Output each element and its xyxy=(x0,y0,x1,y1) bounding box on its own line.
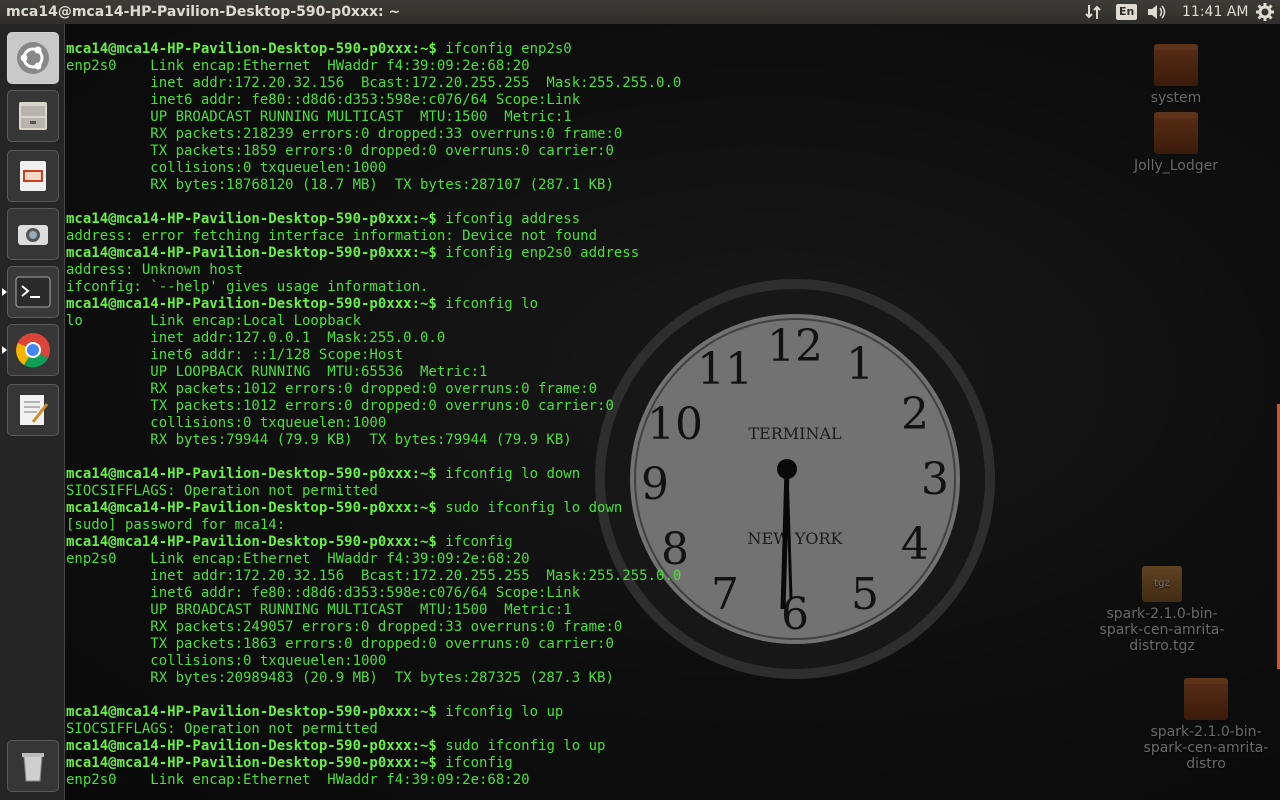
trash-icon xyxy=(22,753,44,782)
presentation-icon xyxy=(20,161,46,191)
shell-prompt: mca14@mca14-HP-Pavilion-Desktop-590-p0xx… xyxy=(66,755,437,771)
chrome-icon xyxy=(16,333,50,368)
terminal-output-line: address: Unknown host xyxy=(66,262,244,278)
terminal-output-line: collisions:0 txqueuelen:1000 xyxy=(66,415,387,431)
terminal-icon xyxy=(15,276,51,308)
terminal-output-line: TX packets:1863 errors:0 dropped:0 overr… xyxy=(66,636,614,652)
terminal-output-line: RX packets:1012 errors:0 dropped:0 overr… xyxy=(66,381,598,397)
launcher-item-impress[interactable] xyxy=(7,150,59,202)
volume-indicator[interactable] xyxy=(1146,0,1168,24)
terminal-output-line xyxy=(66,687,681,704)
terminal-command-line: mca14@mca14-HP-Pavilion-Desktop-590-p0xx… xyxy=(66,534,681,551)
terminal-output-line: RX bytes:79944 (79.9 KB) TX bytes:79944 … xyxy=(66,432,572,448)
terminal-output-line: TX packets:1859 errors:0 dropped:0 overr… xyxy=(66,143,614,159)
terminal-command-line: mca14@mca14-HP-Pavilion-Desktop-590-p0xx… xyxy=(66,704,681,721)
shell-prompt: mca14@mca14-HP-Pavilion-Desktop-590-p0xx… xyxy=(66,500,437,516)
terminal-output-line: enp2s0 Link encap:Ethernet HWaddr f4:39:… xyxy=(66,772,530,788)
terminal-command-line: mca14@mca14-HP-Pavilion-Desktop-590-p0xx… xyxy=(66,211,681,228)
terminal-output-line: collisions:0 txqueuelen:1000 xyxy=(66,653,387,669)
shell-prompt: mca14@mca14-HP-Pavilion-Desktop-590-p0xx… xyxy=(66,41,437,57)
keyboard-layout-badge: En xyxy=(1116,4,1138,20)
window-title: mca14@mca14-HP-Pavilion-Desktop-590-p0xx… xyxy=(6,4,401,20)
session-indicator[interactable] xyxy=(1256,0,1274,24)
terminal-output-line: UP BROADCAST RUNNING MULTICAST MTU:1500 … xyxy=(66,109,572,125)
shell-prompt: mca14@mca14-HP-Pavilion-Desktop-590-p0xx… xyxy=(66,704,437,720)
terminal-output-line: inet addr:172.20.32.156 Bcast:172.20.255… xyxy=(66,568,682,584)
terminal-output-line: [sudo] password for mca14: xyxy=(66,517,286,533)
launcher-item-screenshot[interactable] xyxy=(7,208,59,260)
terminal-output-line: lo Link encap:Local Loopback xyxy=(66,313,362,329)
terminal-output-line: TX packets:1012 errors:0 dropped:0 overr… xyxy=(66,398,614,414)
camera-icon xyxy=(18,225,48,245)
volume-icon xyxy=(1148,5,1166,19)
shell-command: ifconfig lo up xyxy=(436,704,564,720)
terminal-output-line: inet addr:127.0.0.1 Mask:255.0.0.0 xyxy=(66,330,446,346)
launcher-item-terminal[interactable] xyxy=(2,266,59,318)
shell-prompt: mca14@mca14-HP-Pavilion-Desktop-590-p0xx… xyxy=(66,738,437,754)
terminal-output-line: SIOCSIFFLAGS: Operation not permitted xyxy=(66,483,378,499)
terminal-output-line: ifconfig: `--help' gives usage informati… xyxy=(66,279,429,295)
shell-command: sudo ifconfig lo up xyxy=(436,738,606,754)
clock-time: 11:41 AM xyxy=(1182,4,1249,20)
terminal-output-line: enp2s0 Link encap:Ethernet HWaddr f4:39:… xyxy=(66,58,530,74)
unity-launcher xyxy=(0,24,65,800)
keyboard-indicator[interactable]: En xyxy=(1116,0,1138,24)
terminal-output-line: UP LOOPBACK RUNNING MTU:65536 Metric:1 xyxy=(66,364,488,380)
file-cabinet-icon xyxy=(19,102,47,130)
terminal-output-line: inet6 addr: fe80::d8d6:d353:598e:c076/64… xyxy=(66,585,581,601)
terminal-output-line: inet6 addr: ::1/128 Scope:Host xyxy=(66,347,404,363)
shell-command: ifconfig enp2s0 xyxy=(436,41,572,57)
terminal-output-line: inet6 addr: fe80::d8d6:d353:598e:c076/64… xyxy=(66,92,581,108)
shell-command: sudo ifconfig lo down xyxy=(436,500,623,516)
shell-prompt: mca14@mca14-HP-Pavilion-Desktop-590-p0xx… xyxy=(66,211,437,227)
settings-gear-icon xyxy=(1256,3,1274,21)
terminal-output-line: RX bytes:20989483 (20.9 MB) TX bytes:287… xyxy=(66,670,614,686)
shell-command: ifconfig lo down xyxy=(436,466,581,482)
terminal-command-line: mca14@mca14-HP-Pavilion-Desktop-590-p0xx… xyxy=(66,466,681,483)
terminal-command-line: mca14@mca14-HP-Pavilion-Desktop-590-p0xx… xyxy=(66,296,681,313)
terminal-output-line: collisions:0 txqueuelen:1000 xyxy=(66,160,387,176)
ubuntu-logo-icon xyxy=(17,42,49,74)
text-editor-icon xyxy=(20,395,49,425)
terminal-output-line: enp2s0 Link encap:Ethernet HWaddr f4:39:… xyxy=(66,551,530,567)
launcher-item-dash[interactable] xyxy=(7,32,59,84)
terminal-command-line: mca14@mca14-HP-Pavilion-Desktop-590-p0xx… xyxy=(66,41,681,58)
shell-command: ifconfig enp2s0 address xyxy=(436,245,640,261)
shell-command: ifconfig lo xyxy=(436,296,539,312)
terminal-output-line: inet addr:172.20.32.156 Bcast:172.20.255… xyxy=(66,75,682,91)
terminal-output-line: address: error fetching interface inform… xyxy=(66,228,598,244)
launcher-item-chrome[interactable] xyxy=(2,324,59,376)
shell-prompt: mca14@mca14-HP-Pavilion-Desktop-590-p0xx… xyxy=(66,245,437,261)
terminal-output-line xyxy=(66,449,681,466)
terminal-output-line xyxy=(66,194,681,211)
terminal-output-line: RX bytes:18768120 (18.7 MB) TX bytes:287… xyxy=(66,177,614,193)
shell-command: ifconfig xyxy=(436,534,513,550)
terminal-window[interactable]: mca14@mca14-HP-Pavilion-Desktop-590-p0xx… xyxy=(64,24,1280,800)
terminal-command-line: mca14@mca14-HP-Pavilion-Desktop-590-p0xx… xyxy=(66,755,681,772)
top-panel: mca14@mca14-HP-Pavilion-Desktop-590-p0xx… xyxy=(0,0,1280,24)
launcher-item-files[interactable] xyxy=(7,90,59,142)
clock-indicator[interactable]: 11:41 AM xyxy=(1182,0,1248,24)
terminal-output-line: RX packets:218239 errors:0 dropped:33 ov… xyxy=(66,126,623,142)
shell-prompt: mca14@mca14-HP-Pavilion-Desktop-590-p0xx… xyxy=(66,466,437,482)
terminal-command-line: mca14@mca14-HP-Pavilion-Desktop-590-p0xx… xyxy=(66,500,681,517)
shell-prompt: mca14@mca14-HP-Pavilion-Desktop-590-p0xx… xyxy=(66,296,437,312)
terminal-output-line: UP BROADCAST RUNNING MULTICAST MTU:1500 … xyxy=(66,602,572,618)
shell-command: ifconfig xyxy=(436,755,513,771)
terminal-output-line: RX packets:249057 errors:0 dropped:33 ov… xyxy=(66,619,623,635)
launcher-item-trash[interactable] xyxy=(7,740,59,792)
terminal-command-line: mca14@mca14-HP-Pavilion-Desktop-590-p0xx… xyxy=(66,245,681,262)
shell-prompt: mca14@mca14-HP-Pavilion-Desktop-590-p0xx… xyxy=(66,534,437,550)
shell-command: ifconfig address xyxy=(436,211,581,227)
terminal-command-line: mca14@mca14-HP-Pavilion-Desktop-590-p0xx… xyxy=(66,738,681,755)
launcher-item-text-editor[interactable] xyxy=(7,384,59,436)
terminal-output-line: SIOCSIFFLAGS: Operation not permitted xyxy=(66,721,378,737)
terminal-output[interactable]: mca14@mca14-HP-Pavilion-Desktop-590-p0xx… xyxy=(66,41,681,789)
network-icon xyxy=(1085,5,1101,19)
network-indicator[interactable] xyxy=(1084,0,1102,24)
